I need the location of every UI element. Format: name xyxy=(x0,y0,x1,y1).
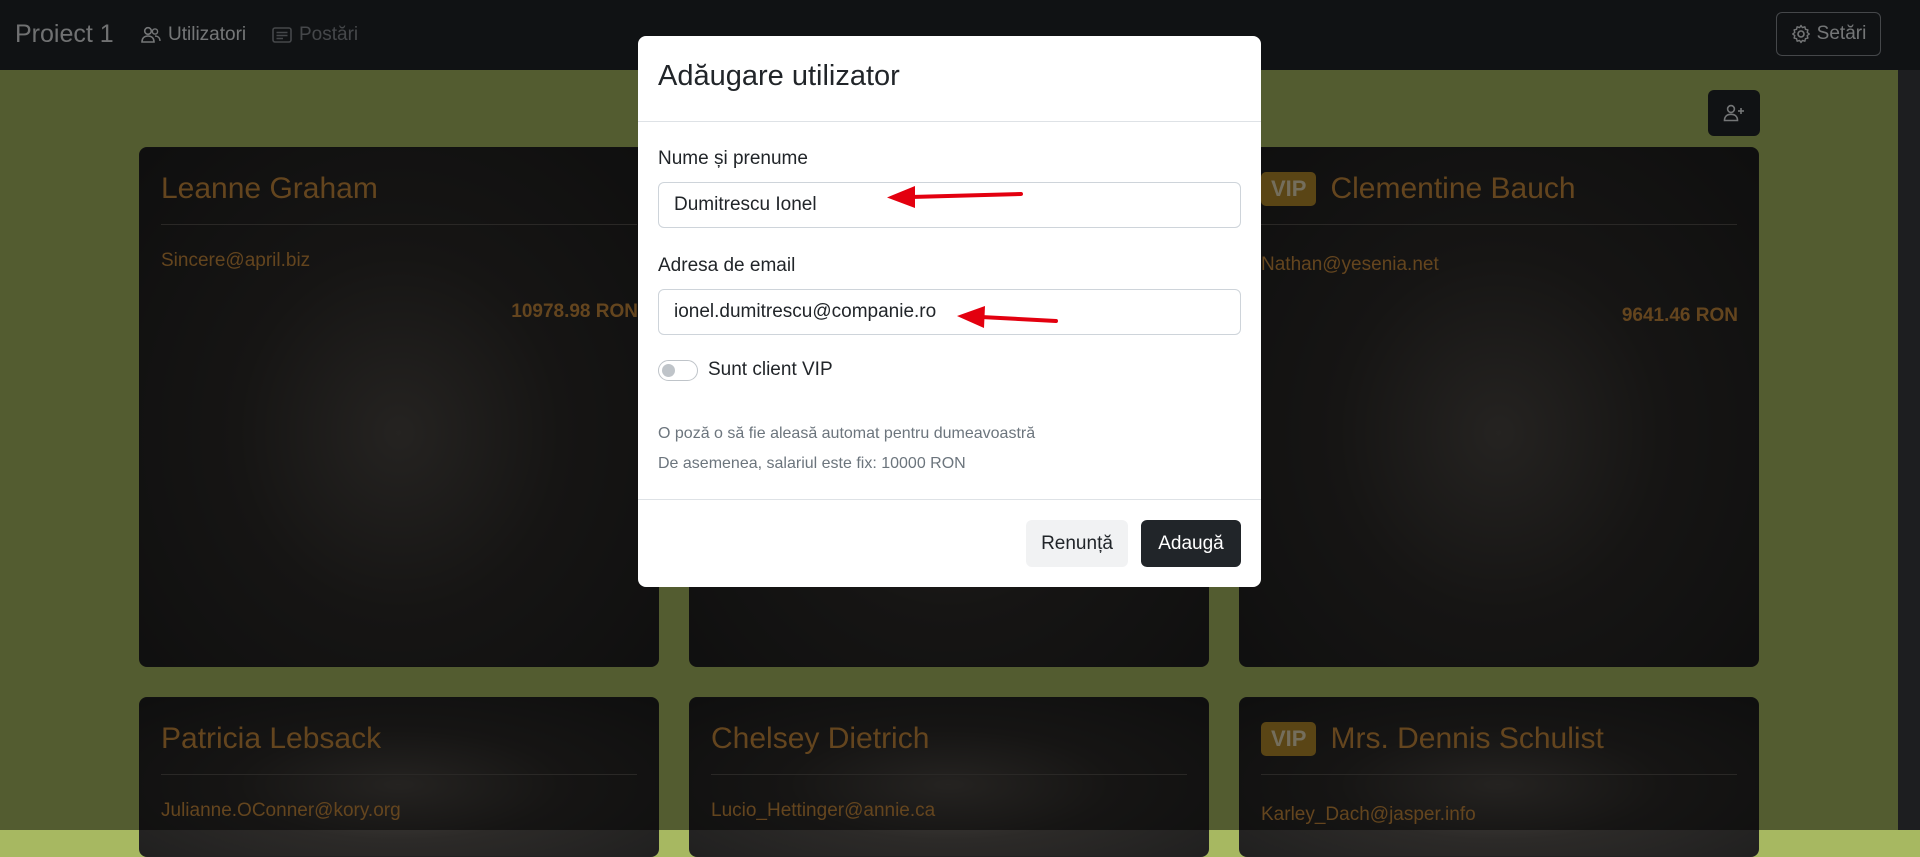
cancel-button[interactable]: Renunță xyxy=(1026,520,1128,567)
modal-footer-divider xyxy=(638,499,1261,500)
vip-toggle-label[interactable]: Sunt client VIP xyxy=(708,359,833,381)
annotation-arrow xyxy=(887,186,1023,208)
email-label: Adresa de email xyxy=(658,255,796,276)
add-user-modal: Adăugare utilizator Nume și prenume Adre… xyxy=(638,36,1261,587)
annotation-arrow xyxy=(957,306,1058,328)
vip-toggle[interactable] xyxy=(658,360,698,381)
name-label: Nume și prenume xyxy=(658,148,808,169)
modal-title: Adăugare utilizator xyxy=(658,60,900,92)
toggle-knob xyxy=(662,364,675,377)
modal-header-divider xyxy=(638,121,1261,122)
photo-note: O poză o să fie aleasă automat pentru du… xyxy=(658,425,1036,442)
email-input[interactable] xyxy=(658,289,1241,335)
add-button[interactable]: Adaugă xyxy=(1141,520,1241,567)
salary-note: De asemenea, salariul este fix: 10000 RO… xyxy=(658,455,966,472)
